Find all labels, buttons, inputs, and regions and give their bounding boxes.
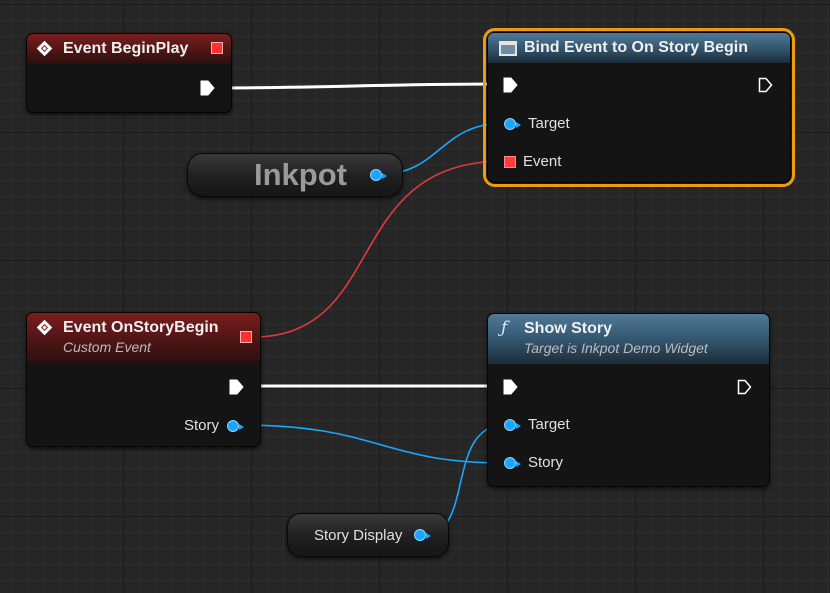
node-subtitle: Custom Event [63, 339, 151, 355]
exec-wire-beginplay-to-bind[interactable] [212, 82, 503, 90]
story-display-variable-node[interactable]: Story Display [287, 513, 449, 557]
node-title: Show Story [524, 320, 613, 337]
target-input-pin[interactable] [504, 419, 521, 431]
target-pin-label: Target [528, 115, 570, 132]
inkpot-variable-node[interactable]: Inkpot [187, 153, 403, 197]
variable-label: Story Display [314, 527, 403, 544]
delegate-output-pin[interactable] [240, 331, 252, 343]
node-title: Event OnStoryBegin [63, 319, 219, 336]
node-header: Bind Event to On Story Begin [488, 33, 790, 63]
window-icon [499, 41, 517, 56]
node-header: Event OnStoryBegin Custom Event [27, 313, 260, 363]
delegate-output-pin[interactable] [211, 42, 223, 54]
exec-output-pin[interactable] [200, 80, 215, 96]
story-input-pin[interactable] [504, 457, 521, 469]
node-header: Event BeginPlay [27, 34, 231, 64]
story-pin-label: Story [184, 417, 220, 434]
blueprint-graph-canvas[interactable]: Event BeginPlay Bind Event to On Story B… [0, 0, 830, 593]
exec-output-pin[interactable] [737, 379, 752, 395]
exec-output-pin[interactable] [758, 77, 773, 93]
show-story-node[interactable]: ƒ Show Story Target is Inkpot Demo Widge… [487, 313, 770, 487]
target-input-pin[interactable] [504, 118, 521, 130]
event-pin-label: Event [523, 153, 562, 170]
variable-label: Inkpot [254, 157, 347, 192]
story-display-output-pin[interactable] [414, 529, 431, 541]
node-title: Bind Event to On Story Begin [524, 39, 749, 56]
node-header: ƒ Show Story Target is Inkpot Demo Widge… [488, 314, 769, 364]
exec-input-pin[interactable] [503, 379, 518, 395]
object-wire-story-to-story[interactable] [239, 424, 506, 464]
event-input-pin[interactable] [504, 156, 516, 168]
exec-input-pin[interactable] [503, 77, 518, 93]
story-pin-label: Story [528, 454, 564, 471]
function-f-icon: ƒ [501, 318, 508, 338]
event-onstorybegin-node[interactable]: Event OnStoryBegin Custom Event Story [26, 312, 261, 447]
event-diamond-icon [36, 319, 53, 336]
event-diamond-icon [36, 40, 53, 57]
node-subtitle: Target is Inkpot Demo Widget [524, 340, 708, 356]
target-pin-label: Target [528, 416, 570, 433]
inkpot-output-pin[interactable] [370, 169, 387, 181]
story-output-pin[interactable] [227, 420, 244, 432]
node-title: Event BeginPlay [63, 40, 189, 57]
exec-output-pin[interactable] [229, 379, 244, 395]
bind-event-node[interactable]: Bind Event to On Story Begin Target Even… [483, 28, 795, 187]
event-beginplay-node[interactable]: Event BeginPlay [26, 33, 232, 113]
